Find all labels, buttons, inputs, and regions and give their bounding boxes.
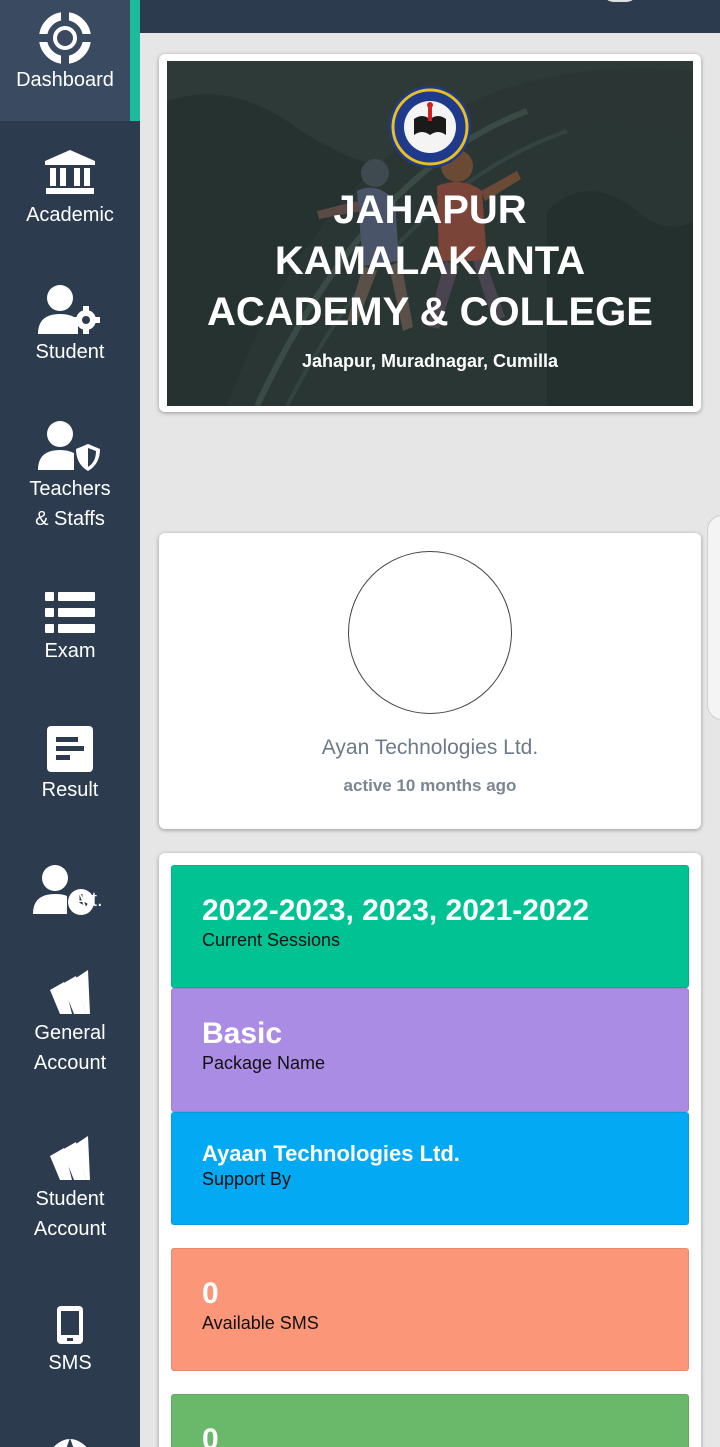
stat-value: Basic [202, 1017, 283, 1050]
sidebar-item-student-account[interactable]: Student Account [0, 1136, 140, 1246]
profile-name: Ayan Technologies Ltd. [321, 736, 539, 759]
stat-label: Current Sessions [202, 930, 341, 950]
sidebar-item-label: Teachers & Staffs [29, 478, 111, 530]
stat-extra: 0 [171, 1394, 689, 1447]
institution-address: Jahapur, Muradnagar, Cumilla [301, 351, 559, 371]
profile-card: Ayan Technologies Ltd. active 10 months … [159, 533, 701, 829]
stat-value: 0 [202, 1423, 219, 1447]
stat-label: Available SMS [202, 1313, 319, 1333]
sidebar-item-label: Exam [44, 640, 96, 662]
sidebar-item-sms[interactable]: SMS [0, 1306, 140, 1386]
drawer-handle[interactable] [707, 515, 720, 720]
sidebar-item-label: Academic [26, 204, 114, 226]
sidebar-item-exam[interactable]: Exam [0, 592, 140, 672]
stat-label: Package Name [202, 1053, 326, 1073]
lifebuoy-icon [39, 12, 91, 64]
sidebar-item-result[interactable]: Result [0, 726, 140, 806]
sidebar: Dashboard Academic Student Teachers & St… [0, 0, 140, 1447]
stat-current-sessions: 2022-2023, 2023, 2021-2022 Current Sessi… [171, 865, 689, 988]
stat-value: 2022-2023, 2023, 2021-2022 [202, 894, 590, 927]
stat-package-name: Basic Package Name [171, 988, 689, 1112]
sidebar-item-teachers-staffs[interactable]: Teachers & Staffs [0, 420, 140, 535]
wallet-icon [50, 1136, 90, 1180]
sidebar-item-attendance[interactable]: Att. [0, 860, 140, 920]
partial-menu-icon [53, 1438, 87, 1447]
stat-support-by: Ayaan Technologies Ltd. Support By [171, 1112, 689, 1225]
list-icon [45, 592, 95, 633]
sidebar-item-dashboard[interactable]: Dashboard [0, 0, 140, 121]
stat-value: Ayaan Technologies Ltd. [202, 1141, 460, 1166]
sidebar-item-label: Student [35, 341, 105, 363]
sidebar-item-label: Student Account [33, 1188, 107, 1240]
user-menu-icon[interactable] [602, 0, 638, 2]
institution-icon [45, 150, 95, 194]
institution-name: JAHAPUR KAMALAKANTA ACADEMY & COLLEGE [207, 188, 653, 334]
sidebar-item-general-account[interactable]: General Account [0, 970, 140, 1080]
institution-banner: JAHAPUR KAMALAKANTA ACADEMY & COLLEGE Ja… [167, 61, 693, 406]
stat-label: Support By [202, 1169, 292, 1189]
user-shield-icon [38, 421, 100, 471]
document-icon [47, 726, 93, 772]
institution-banner-card: JAHAPUR KAMALAKANTA ACADEMY & COLLEGE Ja… [159, 54, 701, 412]
wallet-icon [50, 970, 90, 1014]
sidebar-item-label: Dashboard [16, 69, 114, 91]
sidebar-item-student[interactable]: Student [0, 284, 140, 384]
sidebar-item-label: Att. [72, 889, 103, 911]
mobile-icon [57, 1306, 83, 1344]
stat-value: 0 [202, 1277, 219, 1310]
sidebar-item-label: General Account [33, 1022, 107, 1074]
profile-status: active 10 months ago [343, 776, 517, 795]
avatar[interactable] [348, 551, 512, 714]
sidebar-item-label: SMS [48, 1352, 92, 1374]
sidebar-item-academic[interactable]: Academic [0, 150, 140, 250]
top-bar [140, 0, 720, 33]
institution-logo [389, 86, 471, 168]
stats-card: 2022-2023, 2023, 2021-2022 Current Sessi… [159, 853, 701, 1447]
stat-available-sms: 0 Available SMS [171, 1248, 689, 1371]
user-gear-icon [38, 285, 100, 334]
sidebar-item-label: Result [41, 779, 99, 801]
